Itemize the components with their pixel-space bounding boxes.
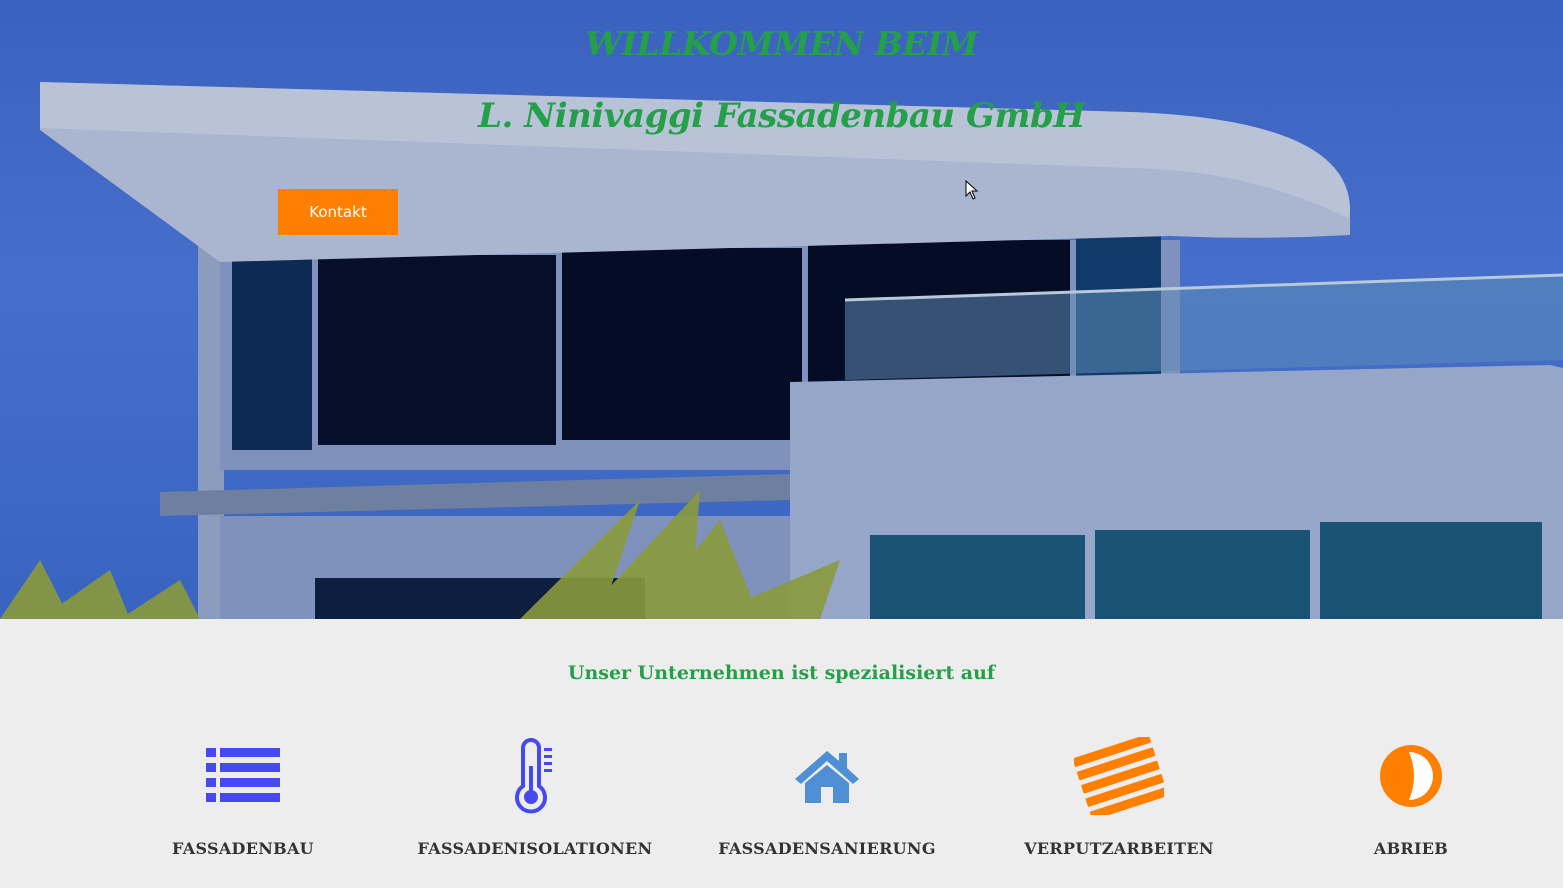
service-label: VERPUTZARBEITEN [1024, 839, 1214, 858]
hero-section: WILLKOMMEN BEIM L. Ninivaggi Fassadenbau… [0, 0, 1563, 619]
service-label: FASSADENSANIERUNG [718, 839, 936, 858]
service-fassadenbau[interactable]: FASSADENBAU [113, 735, 373, 858]
hero-title-line1: WILLKOMMEN BEIM [585, 24, 978, 63]
thermometer-icon [515, 738, 552, 814]
hero-background-image [0, 0, 1563, 619]
service-abrieb[interactable]: ABRIEB [1281, 735, 1541, 858]
service-label: FASSADENISOLATIONEN [417, 839, 653, 858]
home-icon [795, 751, 859, 803]
stripes-icon [1074, 737, 1164, 815]
list-icon [206, 748, 280, 802]
hero-title-line2: L. Ninivaggi Fassadenbau GmbH [478, 96, 1085, 136]
service-verputzarbeiten[interactable]: VERPUTZARBEITEN [989, 735, 1249, 858]
mouse-cursor-icon [965, 180, 979, 200]
service-fassadenisolationen[interactable]: FASSADENISOLATIONEN [405, 735, 665, 858]
contrast-icon [1380, 745, 1442, 807]
services-heading: Unser Unternehmen ist spezialisiert auf [567, 662, 996, 684]
service-label: FASSADENBAU [172, 839, 314, 858]
kontakt-button[interactable]: Kontakt [278, 189, 398, 235]
service-label: ABRIEB [1373, 839, 1449, 858]
service-fassadensanierung[interactable]: FASSADENSANIERUNG [697, 735, 957, 858]
